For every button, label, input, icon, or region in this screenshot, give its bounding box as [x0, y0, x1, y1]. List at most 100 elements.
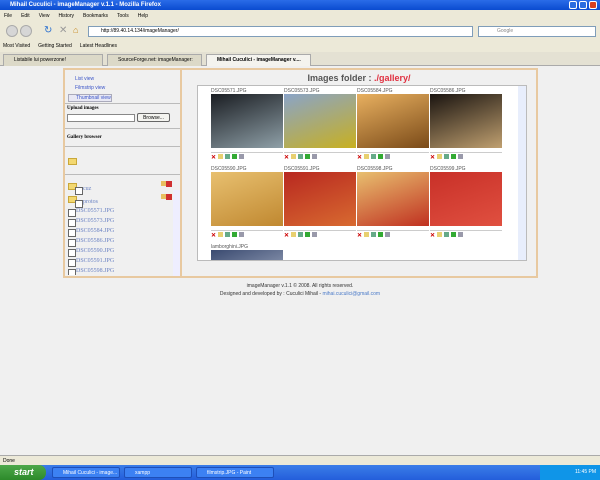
thumbnail-image[interactable] [357, 94, 429, 148]
delete-icon[interactable] [166, 181, 172, 187]
resize-icon[interactable] [305, 231, 311, 237]
navigation-toolbar: ↻ ✕ ⌂ http://89.40.14.134/imageManager/ … [0, 22, 600, 40]
rename-icon[interactable] [364, 153, 370, 159]
file-item[interactable]: DSC05591.JPG [68, 258, 114, 267]
menu-file[interactable]: File [4, 13, 12, 19]
thumbnail-image[interactable] [357, 172, 429, 226]
rename-icon[interactable] [437, 231, 443, 237]
save-icon[interactable] [225, 231, 231, 237]
delete-icon[interactable]: ✕ [211, 232, 216, 239]
delete-icon[interactable]: ✕ [284, 154, 289, 161]
thumbnail-image[interactable] [284, 94, 356, 148]
filmstrip-view-link[interactable]: Filmstrip view [68, 85, 105, 91]
forward-button[interactable] [20, 25, 32, 37]
home-icon[interactable]: ⌂ [73, 25, 78, 35]
start-button[interactable]: start [0, 465, 46, 480]
resize-icon[interactable] [378, 231, 384, 237]
resize-icon[interactable] [451, 153, 457, 159]
bookmark-latest-headlines[interactable]: Latest Headlines [80, 43, 117, 49]
close-button[interactable] [589, 1, 597, 9]
back-button[interactable] [6, 25, 18, 37]
delete-icon[interactable] [166, 194, 172, 200]
stop-icon[interactable]: ✕ [59, 25, 67, 36]
user-icon[interactable] [312, 231, 318, 237]
save-icon[interactable] [298, 231, 304, 237]
user-icon[interactable] [458, 231, 464, 237]
user-icon[interactable] [385, 153, 391, 159]
tab-strip: Listabile lui powerzone! SourceForge.net… [0, 52, 600, 74]
bookmark-most-visited[interactable]: Most Visited [3, 43, 30, 49]
resize-icon[interactable] [232, 231, 238, 237]
menu-bookmarks[interactable]: Bookmarks [83, 13, 108, 19]
resize-icon[interactable] [378, 153, 384, 159]
delete-icon[interactable]: ✕ [430, 232, 435, 239]
user-icon[interactable] [458, 153, 464, 159]
delete-icon[interactable]: ✕ [357, 232, 362, 239]
resize-icon[interactable] [232, 153, 238, 159]
thumbnail-image[interactable] [284, 172, 356, 226]
save-icon[interactable] [225, 153, 231, 159]
menu-help[interactable]: Help [138, 13, 148, 19]
list-view-link[interactable]: List view [68, 76, 94, 82]
thumbnail-image[interactable] [211, 94, 283, 148]
reload-icon[interactable]: ↻ [44, 25, 52, 36]
file-item[interactable]: DSC05598.JPG [68, 268, 114, 275]
tab-imagemanager[interactable]: Mihail Cuculici - imageManager v.... [206, 54, 311, 66]
user-icon[interactable] [239, 153, 245, 159]
upload-file-input[interactable] [67, 114, 135, 122]
folder-protos[interactable]: protos [75, 199, 98, 208]
rename-icon[interactable] [364, 231, 370, 237]
parent-folder-icon[interactable] [68, 158, 77, 165]
file-item[interactable]: DSC05590.JPG [68, 248, 114, 257]
save-icon[interactable] [371, 153, 377, 159]
taskbar-firefox[interactable]: Mihail Cuculici - image... [52, 467, 120, 478]
tab-listabile[interactable]: Listabile lui powerzone! [3, 54, 103, 66]
browse-button[interactable]: Browse... [137, 113, 170, 122]
thumbnail-card: DSC05598.JPG ✕ [357, 166, 429, 239]
save-icon[interactable] [444, 231, 450, 237]
menu-view[interactable]: View [39, 13, 50, 19]
thumbnail-image[interactable] [430, 172, 502, 226]
delete-icon[interactable]: ✕ [357, 154, 362, 161]
minimize-button[interactable] [569, 1, 577, 9]
file-item[interactable]: DSC05586.JPG [68, 238, 114, 247]
delete-icon[interactable]: ✕ [284, 232, 289, 239]
rename-icon[interactable] [437, 153, 443, 159]
save-icon[interactable] [298, 153, 304, 159]
menu-history[interactable]: History [58, 13, 74, 19]
rename-icon[interactable] [291, 153, 297, 159]
file-item[interactable]: DSC05571.JPG [68, 208, 114, 217]
bookmark-getting-started[interactable]: Getting Started [38, 43, 72, 49]
taskbar-xampp[interactable]: xampp [124, 467, 192, 478]
resize-icon[interactable] [305, 153, 311, 159]
rename-icon[interactable] [218, 231, 224, 237]
thumbnail-view-link[interactable]: Thumbnail view [68, 94, 112, 102]
email-link[interactable]: mihai.cuculici@gmail.com [322, 291, 380, 297]
folder-tree-scrollbar[interactable] [173, 190, 180, 276]
rename-icon[interactable] [218, 153, 224, 159]
file-item[interactable]: DSC05584.JPG [68, 228, 114, 237]
tab-sourceforge[interactable]: SourceForge.net: imageManager: cucl... [107, 54, 202, 74]
thumbnail-image[interactable] [430, 94, 502, 148]
delete-icon[interactable]: ✕ [430, 154, 435, 161]
save-icon[interactable] [371, 231, 377, 237]
gallery-scrollbar[interactable] [518, 86, 526, 260]
maximize-button[interactable] [579, 1, 587, 9]
taskbar-paint[interactable]: filmstrip.JPG - Paint [196, 467, 274, 478]
user-icon[interactable] [239, 231, 245, 237]
url-bar[interactable]: http://89.40.14.134/imageManager/ [88, 26, 473, 37]
menu-tools[interactable]: Tools [117, 13, 129, 19]
search-input[interactable]: Google [478, 26, 596, 37]
folder-cuz[interactable]: cuz [75, 186, 91, 195]
file-item[interactable]: DSC05573.JPG [68, 218, 114, 227]
delete-icon[interactable]: ✕ [211, 154, 216, 161]
thumbnail-image[interactable] [211, 172, 283, 226]
menu-edit[interactable]: Edit [21, 13, 30, 19]
thumbnail-image[interactable] [211, 250, 283, 260]
save-icon[interactable] [444, 153, 450, 159]
user-icon[interactable] [385, 231, 391, 237]
page-title: Images folder : ./gallery/ [184, 73, 534, 83]
resize-icon[interactable] [451, 231, 457, 237]
rename-icon[interactable] [291, 231, 297, 237]
user-icon[interactable] [312, 153, 318, 159]
